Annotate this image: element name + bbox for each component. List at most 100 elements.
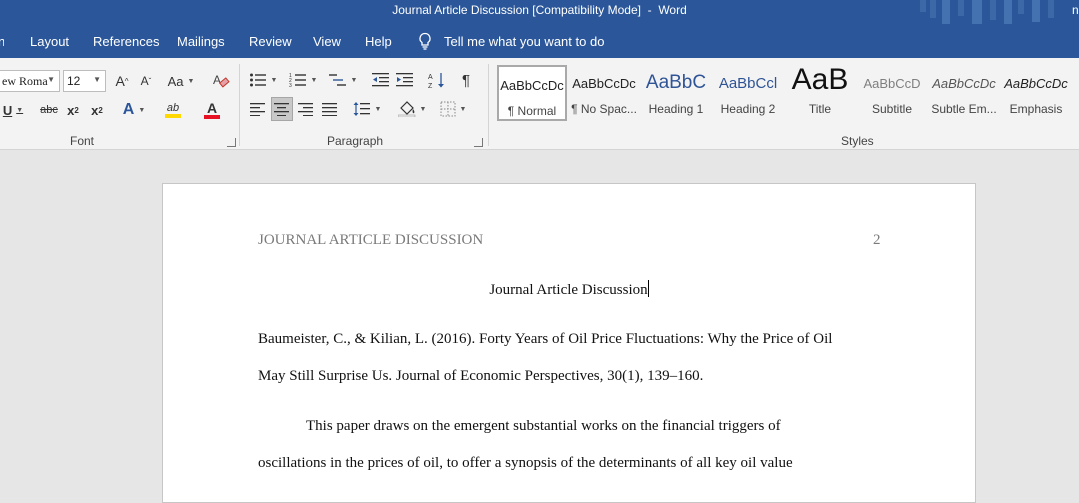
justify-button[interactable] (320, 98, 340, 120)
font-group-label: Font (70, 134, 95, 148)
svg-text:Z: Z (428, 83, 433, 89)
style-label: Emphasis (1009, 102, 1063, 116)
document-canvas: JOURNAL ARTICLE DISCUSSION 2 Journal Art… (0, 150, 1079, 503)
paragraph-group-label: Paragraph (327, 134, 384, 148)
style-title[interactable]: AaB Title (785, 65, 855, 121)
line-spacing-icon (353, 102, 370, 116)
align-center-icon (274, 103, 289, 116)
style-label: ¶ Normal (507, 104, 557, 118)
tab-partial[interactable]: n (0, 34, 4, 49)
underline-icon: U (2, 102, 13, 118)
paragraph-line-2: oscillations in the prices of oil, to of… (258, 455, 793, 471)
paragraph-dialog-launcher[interactable] (474, 138, 483, 147)
show-formatting-marks-button[interactable]: ¶ (457, 69, 475, 91)
font-dialog-launcher[interactable] (227, 138, 236, 147)
align-left-button[interactable] (248, 98, 268, 120)
svg-text:A: A (213, 73, 221, 87)
font-color-button[interactable]: A (195, 99, 229, 121)
svg-text:3: 3 (289, 83, 292, 88)
subscript-icon: x (67, 102, 75, 118)
font-size-combo[interactable]: 12 ▼ (63, 70, 106, 92)
clear-formatting-button[interactable]: A (210, 70, 232, 92)
bullets-button[interactable]: ▼ (248, 69, 278, 91)
page-number: 2 (873, 232, 881, 248)
borders-button[interactable]: ▼ (436, 98, 470, 120)
font-color-icon: A (206, 100, 218, 116)
style-preview: AaBbCcD (863, 76, 921, 91)
chevron-down-icon: ▼ (350, 76, 358, 84)
chevron-down-icon: ▼ (310, 76, 318, 84)
sort-button[interactable]: AZ (427, 69, 447, 91)
tell-me-search[interactable]: Tell me what you want to do (418, 31, 604, 51)
highlighter-icon: ab (166, 102, 180, 114)
eraser-icon: A (213, 73, 230, 88)
numbering-button[interactable]: 123 ▼ (287, 69, 319, 91)
align-center-button[interactable] (271, 97, 293, 121)
font-name-value: ew Roma (2, 74, 48, 88)
decrease-indent-button[interactable] (371, 69, 391, 91)
shading-button[interactable]: ▼ (395, 98, 429, 120)
style-subtle-emphasis[interactable]: AaBbCcDc Subtle Em... (929, 65, 999, 121)
tab-help[interactable]: Help (365, 34, 392, 49)
chevron-down-icon: ▼ (16, 106, 24, 114)
grow-font-button[interactable]: A ^ (112, 70, 132, 92)
chevron-down-icon: ▼ (459, 105, 467, 113)
style-subtitle[interactable]: AaBbCcD Subtitle (857, 65, 927, 121)
ribbon-tabs: n Layout References Mailings Review View… (0, 24, 1079, 58)
style-emphasis[interactable]: AaBbCcDc Emphasis (1001, 65, 1071, 121)
style-heading-2[interactable]: AaBbCcl Heading 2 (713, 65, 783, 121)
style-label: Subtle Em... (931, 102, 997, 116)
text-cursor (647, 280, 649, 297)
strikethrough-button[interactable]: abc (38, 99, 60, 121)
tab-mailings[interactable]: Mailings (177, 34, 225, 49)
chevron-down-icon: ▼ (187, 77, 195, 85)
style-normal[interactable]: AaBbCcDc ¶ Normal (497, 65, 567, 121)
style-preview: AaBbCcDc (572, 76, 636, 91)
style-no-spacing[interactable]: AaBbCcDc ¶ No Spac... (569, 65, 639, 121)
tab-view[interactable]: View (313, 34, 341, 49)
title-bar-decoration (920, 0, 1054, 24)
highlight-swatch (165, 114, 181, 118)
change-case-button[interactable]: Aa ▼ (165, 70, 197, 92)
change-case-icon: Aa (167, 73, 184, 89)
borders-icon (440, 101, 456, 117)
text-effects-icon: A (122, 101, 135, 118)
multilevel-list-button[interactable]: ▼ (327, 69, 359, 91)
increase-indent-button[interactable] (395, 69, 415, 91)
running-header: JOURNAL ARTICLE DISCUSSION (258, 232, 484, 248)
style-label: Heading 1 (648, 102, 704, 116)
highlight-color-button[interactable]: ab (156, 99, 190, 121)
style-preview: AaBbCcDc (932, 76, 996, 91)
text-effects-button[interactable]: A ▼ (118, 99, 150, 121)
subscript-button[interactable]: x2 (65, 99, 81, 121)
align-left-icon (250, 103, 265, 116)
superscript-button[interactable]: x2 (89, 99, 105, 121)
increase-indent-icon (396, 73, 413, 87)
tab-review[interactable]: Review (249, 34, 292, 49)
document-page[interactable]: JOURNAL ARTICLE DISCUSSION 2 Journal Art… (162, 183, 976, 503)
shrink-font-button[interactable]: Aˇ (137, 70, 155, 92)
style-heading-1[interactable]: AaBbC Heading 1 (641, 65, 711, 121)
font-color-swatch (204, 115, 220, 119)
title-bar: Journal Article Discussion [Compatibilit… (0, 0, 1079, 24)
chevron-down-icon: ▼ (419, 105, 427, 113)
style-preview: AaBbCcl (718, 75, 778, 92)
underline-button[interactable]: U ▼ (2, 99, 24, 121)
font-name-combo[interactable]: ew Roma ▼ (0, 70, 60, 92)
align-right-icon (298, 103, 313, 116)
line-spacing-button[interactable]: ▼ (351, 98, 383, 120)
group-separator (488, 64, 489, 146)
align-right-button[interactable] (296, 98, 316, 120)
tab-references[interactable]: References (93, 34, 159, 49)
chevron-down-icon: ▼ (47, 75, 55, 84)
chevron-down-icon: ▼ (138, 106, 146, 114)
font-size-value: 12 (67, 74, 81, 88)
paint-bucket-icon (397, 101, 415, 117)
citation-line-2: May Still Surprise Us. Journal of Econom… (258, 368, 704, 384)
style-label: Subtitle (871, 102, 913, 116)
multilevel-list-icon (328, 74, 346, 86)
svg-text:A: A (428, 74, 433, 81)
user-initial[interactable]: n (1072, 3, 1079, 17)
tab-layout[interactable]: Layout (30, 34, 69, 49)
superscript-icon: x (91, 102, 99, 118)
